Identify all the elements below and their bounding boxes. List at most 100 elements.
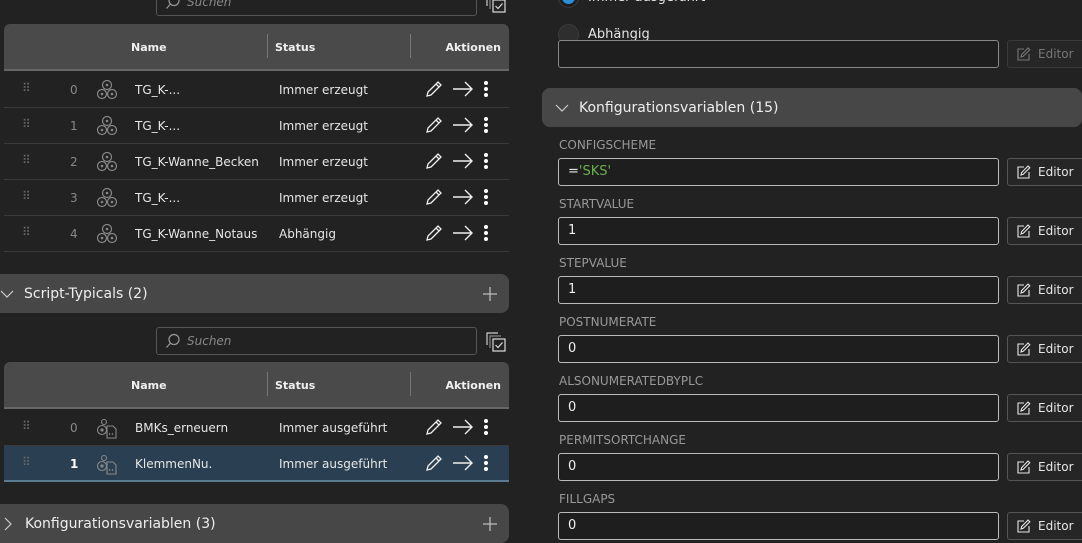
editor-button[interactable]: Editor	[1007, 276, 1082, 304]
table-header: Name Status Aktionen	[4, 24, 509, 71]
editor-button[interactable]: Editor	[1007, 453, 1082, 481]
col-status[interactable]: Status	[275, 41, 315, 54]
var-input[interactable]: 1	[558, 217, 999, 245]
var-label: STEPVALUE	[559, 256, 627, 270]
editor-icon	[1017, 401, 1031, 415]
editor-button[interactable]: Editor	[1007, 158, 1082, 186]
var-label: STARTVALUE	[559, 197, 635, 211]
pencil-icon[interactable]	[424, 223, 444, 243]
drag-handle-icon[interactable]: ⠿	[22, 153, 31, 167]
arrow-right-icon[interactable]	[452, 79, 474, 99]
more-vertical-icon[interactable]	[482, 187, 490, 207]
search-icon	[166, 0, 180, 9]
arrow-right-icon[interactable]	[452, 187, 474, 207]
row-status: Immer erzeugt	[279, 119, 368, 133]
more-vertical-icon[interactable]	[482, 79, 490, 99]
arrow-right-icon[interactable]	[452, 223, 474, 243]
plus-icon[interactable]	[482, 286, 498, 302]
arrow-right-icon[interactable]	[452, 417, 474, 437]
editor-button-disabled: Editor	[1007, 40, 1082, 68]
table-header: Name Status Aktionen	[4, 362, 509, 409]
table-row[interactable]: ⠿ 1 KlemmenNu. Immer ausgeführt	[4, 446, 509, 482]
section-script-typicals[interactable]: Script-Typicals (2)	[0, 274, 509, 313]
var-label: POSTNUMERATE	[559, 315, 657, 329]
typical-icon	[96, 187, 118, 208]
row-status: Immer erzeugt	[279, 155, 368, 169]
search-input[interactable]: Suchen	[156, 0, 477, 16]
table-row[interactable]: ⠿ 1 TG_K-... Immer erzeugt	[4, 108, 509, 144]
script-icon	[96, 418, 117, 439]
var-input[interactable]: 0	[558, 453, 999, 481]
section-config-vars-left[interactable]: Konfigurationsvariablen (3)	[0, 504, 509, 543]
search-input[interactable]: Suchen	[156, 327, 477, 355]
pencil-icon[interactable]	[424, 151, 444, 171]
editor-button[interactable]: Editor	[1007, 335, 1082, 363]
row-name: TG_K-...	[135, 191, 181, 205]
table-row[interactable]: ⠿ 2 TG_K-Wanne_Becken Immer erzeugt	[4, 144, 509, 180]
pencil-icon[interactable]	[424, 79, 444, 99]
drag-handle-icon[interactable]: ⠿	[22, 189, 31, 203]
section-config-vars[interactable]: Konfigurationsvariablen (15)	[542, 88, 1082, 127]
row-name: TG_K-Wanne_Notaus	[135, 227, 258, 241]
more-vertical-icon[interactable]	[482, 417, 490, 437]
col-status[interactable]: Status	[275, 379, 315, 392]
var-input[interactable]: 0	[558, 335, 999, 363]
select-all-icon[interactable]	[485, 330, 507, 355]
col-actions: Aktionen	[445, 379, 501, 392]
row-name: TG_K-Wanne_Becken	[135, 155, 259, 169]
script-icon	[96, 454, 117, 475]
typical-icon	[96, 223, 118, 244]
table-row[interactable]: ⠿ 4 TG_K-Wanne_Notaus Abhängig	[4, 216, 509, 252]
row-status: Immer erzeugt	[279, 191, 368, 205]
pencil-icon[interactable]	[424, 187, 444, 207]
chevron-right-icon	[4, 517, 12, 530]
row-status: Abhängig	[279, 227, 336, 241]
editor-button[interactable]: Editor	[1007, 217, 1082, 245]
var-input[interactable]: 0	[558, 394, 999, 422]
drag-handle-icon[interactable]: ⠿	[22, 117, 31, 131]
plus-icon[interactable]	[482, 516, 498, 532]
drag-handle-icon[interactable]: ⠿	[22, 225, 31, 239]
pencil-icon[interactable]	[424, 417, 444, 437]
section-title: Script-Typicals (2)	[24, 285, 148, 302]
var-input[interactable]: ='SKS'	[558, 158, 999, 186]
pencil-icon[interactable]	[424, 453, 444, 473]
condition-input[interactable]	[558, 40, 999, 68]
select-all-icon[interactable]	[485, 0, 507, 16]
row-name: TG_K-...	[135, 83, 181, 97]
search-placeholder: Suchen	[187, 334, 232, 348]
var-input[interactable]: 1	[558, 276, 999, 304]
row-status: Immer ausgeführt	[279, 421, 388, 435]
editor-icon	[1017, 519, 1031, 533]
drag-handle-icon[interactable]: ⠿	[22, 455, 31, 469]
drag-handle-icon[interactable]: ⠿	[22, 81, 31, 95]
radio-option[interactable]: Immer ausgeführt	[558, 0, 705, 8]
table-row[interactable]: ⠿ 3 TG_K-... Immer erzeugt	[4, 180, 509, 216]
var-label: FILLGAPS	[559, 492, 616, 506]
arrow-right-icon[interactable]	[452, 115, 474, 135]
col-name[interactable]: Name	[131, 379, 167, 392]
row-status: Immer erzeugt	[279, 83, 368, 97]
editor-button[interactable]: Editor	[1007, 394, 1082, 422]
section-title: Konfigurationsvariablen (15)	[579, 99, 779, 116]
radio-icon[interactable]	[558, 0, 579, 8]
editor-icon	[1017, 342, 1031, 356]
table-row[interactable]: ⠿ 0 TG_K-... Immer erzeugt	[4, 72, 509, 108]
more-vertical-icon[interactable]	[482, 115, 490, 135]
more-vertical-icon[interactable]	[482, 223, 490, 243]
more-vertical-icon[interactable]	[482, 151, 490, 171]
col-name[interactable]: Name	[131, 41, 167, 54]
pencil-icon[interactable]	[424, 115, 444, 135]
chevron-down-icon	[0, 290, 14, 298]
typical-icon	[96, 79, 118, 100]
more-vertical-icon[interactable]	[482, 453, 490, 473]
row-name: KlemmenNu.	[135, 457, 213, 471]
typical-icon	[96, 115, 118, 136]
drag-handle-icon[interactable]: ⠿	[22, 419, 31, 433]
radio-label: Immer ausgeführt	[588, 0, 705, 5]
arrow-right-icon[interactable]	[452, 151, 474, 171]
section-title: Konfigurationsvariablen (3)	[25, 515, 216, 532]
editor-icon	[1017, 165, 1031, 179]
table-row[interactable]: ⠿ 0 BMKs_erneuern Immer ausgeführt	[4, 410, 509, 446]
arrow-right-icon[interactable]	[452, 453, 474, 473]
